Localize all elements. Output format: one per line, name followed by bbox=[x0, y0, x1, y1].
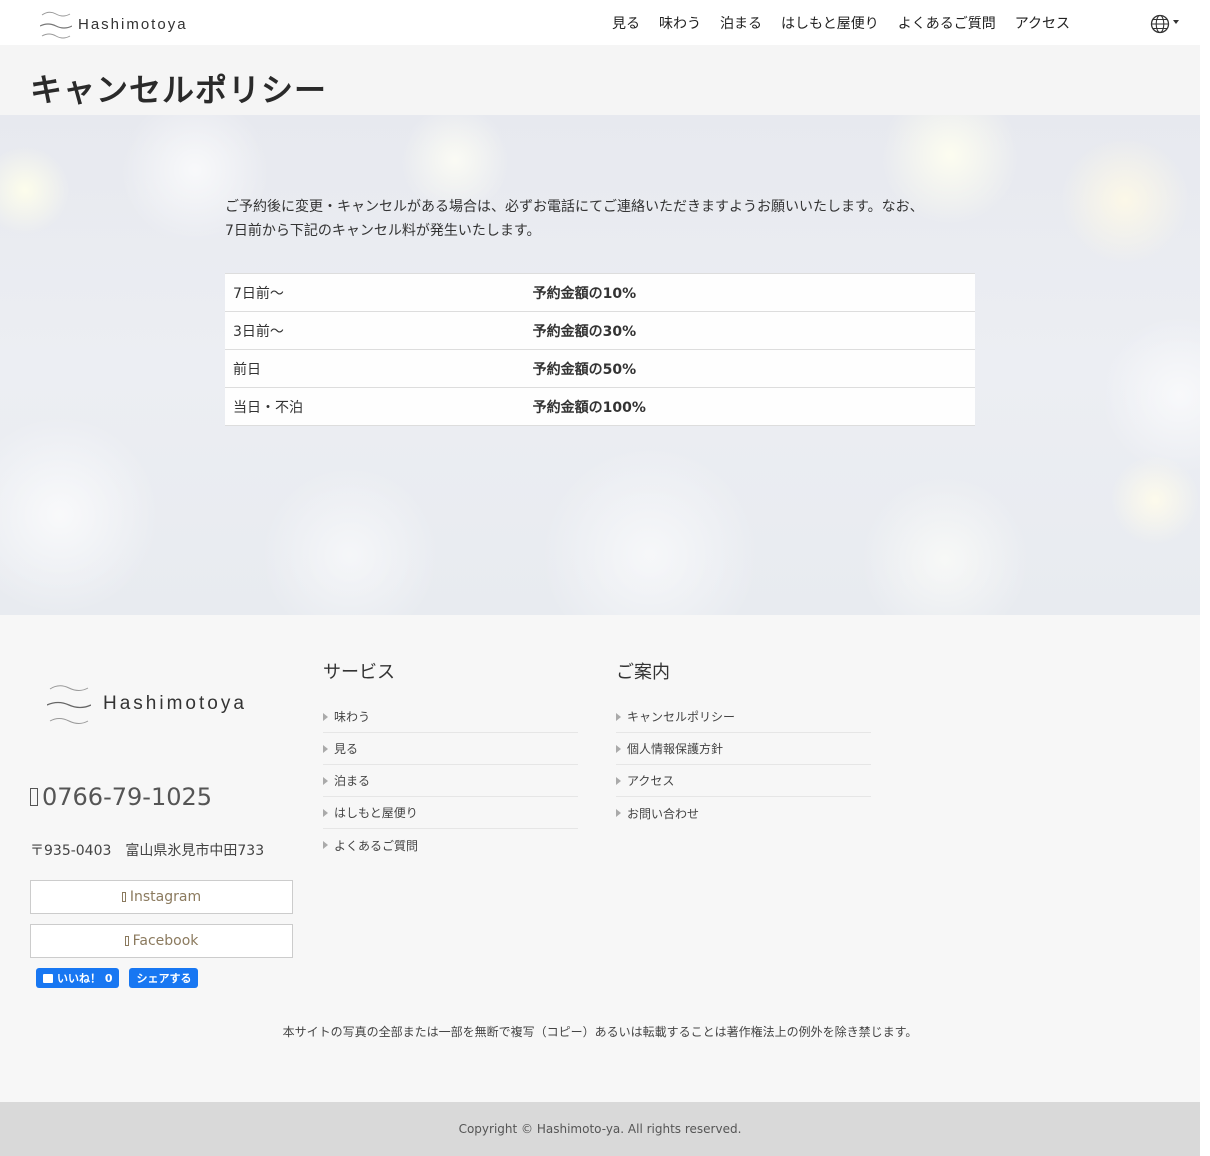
policy-content: ご予約後に変更・キャンセルがある場合は、必ずお電話にてご連絡いただきますようお願… bbox=[225, 195, 975, 426]
right-edge bbox=[1200, 0, 1210, 1156]
caret-right-icon bbox=[616, 776, 621, 785]
facebook-widgets: いいね！ 0 シェアする bbox=[36, 968, 208, 988]
bokeh-light bbox=[260, 465, 440, 615]
hero-background: ご予約後に変更・キャンセルがある場合は、必ずお電話にてご連絡いただきますようお願… bbox=[0, 115, 1200, 615]
fee-cell: 予約金額の30% bbox=[524, 311, 975, 350]
wave-logo-icon bbox=[47, 685, 91, 724]
address: 〒935-0403 富山県氷見市中田733 bbox=[30, 843, 265, 859]
instagram-icon bbox=[121, 892, 126, 902]
page-title: キャンセルポリシー bbox=[30, 71, 328, 109]
fb-like-label: いいね！ 0 bbox=[57, 972, 113, 985]
footer-link-see[interactable]: 見る bbox=[323, 733, 578, 765]
chevron-down-icon bbox=[1173, 20, 1179, 24]
caret-right-icon bbox=[616, 809, 621, 817]
cancellation-fee-table: 7日前〜 予約金額の10% 3日前〜 予約金額の30% 前日 予約金額の50% … bbox=[225, 273, 975, 426]
logo-text: Hashimotoya bbox=[78, 15, 188, 33]
link-label: アクセス bbox=[627, 774, 675, 788]
nav-taste[interactable]: 味わう bbox=[659, 13, 701, 33]
footer-link-privacy[interactable]: 個人情報保護方針 bbox=[616, 733, 871, 765]
link-label: 泊まる bbox=[334, 774, 371, 788]
bokeh-light bbox=[1100, 315, 1200, 475]
intro-line-2: 7日前から下記のキャンセル料が発生いたします。 bbox=[225, 223, 541, 239]
footer-link-access[interactable]: アクセス bbox=[616, 765, 871, 797]
phone-icon bbox=[30, 788, 38, 806]
link-label: 個人情報保護方針 bbox=[627, 742, 724, 756]
nav-stay[interactable]: 泊まる bbox=[720, 13, 762, 33]
bokeh-light bbox=[860, 475, 1030, 615]
copyright-notice: 本サイトの写真の全部または一部を無断で複写（コピー）あるいは転載することは著作権… bbox=[282, 1025, 918, 1039]
nav-faq[interactable]: よくあるご質問 bbox=[898, 13, 996, 33]
phone-text: 0766-79-1025 bbox=[42, 783, 213, 811]
footer-link-faq[interactable]: よくあるご質問 bbox=[323, 829, 578, 861]
footer-link-taste[interactable]: 味わう bbox=[323, 701, 578, 733]
footer-link-news[interactable]: はしもと屋便り bbox=[323, 797, 578, 829]
services-list: 味わう 見る 泊まる はしもと屋便り よくあるご質問 bbox=[323, 701, 578, 861]
timing-cell: 前日 bbox=[225, 349, 525, 388]
fee-cell: 予約金額の10% bbox=[524, 273, 975, 312]
caret-right-icon bbox=[323, 712, 328, 721]
services-heading: サービス bbox=[323, 662, 395, 683]
link-label: はしもと屋便り bbox=[334, 806, 418, 820]
facebook-icon bbox=[124, 936, 129, 946]
copyright-text: Copyright © Hashimoto-ya. All rights res… bbox=[458, 1122, 742, 1136]
nav-access[interactable]: アクセス bbox=[1015, 13, 1070, 33]
caret-right-icon bbox=[323, 808, 328, 817]
timing-cell: 7日前〜 bbox=[225, 273, 525, 312]
link-label: お問い合わせ bbox=[627, 806, 700, 821]
footer-link-contact[interactable]: お問い合わせ bbox=[616, 797, 871, 829]
caret-right-icon bbox=[323, 841, 328, 849]
caret-right-icon bbox=[616, 744, 621, 753]
site-header: Hashimotoya 見る 味わう 泊まる はしもと屋便り よくあるご質問 ア… bbox=[0, 0, 1200, 45]
language-switcher[interactable] bbox=[1150, 14, 1179, 34]
caret-right-icon bbox=[323, 744, 328, 753]
link-label: 見る bbox=[334, 742, 359, 756]
fb-share-button[interactable]: シェアする bbox=[129, 968, 199, 988]
fb-share-label: シェアする bbox=[136, 972, 192, 985]
facebook-label: Facebook bbox=[132, 933, 199, 949]
timing-cell: 3日前〜 bbox=[225, 311, 525, 350]
timing-cell: 当日・不泊 bbox=[225, 387, 525, 426]
info-heading: ご案内 bbox=[616, 662, 670, 683]
nav-news[interactable]: はしもと屋便り bbox=[781, 13, 879, 33]
fee-cell: 予約金額の50% bbox=[524, 349, 975, 388]
link-label: 味わう bbox=[334, 710, 371, 724]
caret-right-icon bbox=[323, 776, 328, 785]
site-logo[interactable]: Hashimotoya bbox=[40, 9, 188, 39]
link-label: よくあるご質問 bbox=[334, 838, 419, 853]
bokeh-light bbox=[0, 415, 160, 615]
site-footer: Hashimotoya 0766-79-1025 〒935-0403 富山県氷見… bbox=[0, 615, 1200, 1102]
thumbs-up-icon bbox=[43, 973, 53, 983]
table-row: 7日前〜 予約金額の10% bbox=[225, 273, 975, 312]
link-label: キャンセルポリシー bbox=[627, 710, 736, 724]
page: Hashimotoya 見る 味わう 泊まる はしもと屋便り よくあるご質問 ア… bbox=[0, 0, 1200, 1156]
footer-logo[interactable]: Hashimotoya bbox=[47, 683, 247, 725]
footer-link-stay[interactable]: 泊まる bbox=[323, 765, 578, 797]
bokeh-light bbox=[540, 445, 760, 615]
table-row: 前日 予約金額の50% bbox=[225, 349, 975, 388]
copyright-bar: Copyright © Hashimoto-ya. All rights res… bbox=[0, 1102, 1200, 1156]
facebook-button[interactable]: Facebook bbox=[30, 924, 293, 958]
instagram-button[interactable]: Instagram bbox=[30, 880, 293, 914]
intro-text: ご予約後に変更・キャンセルがある場合は、必ずお電話にてご連絡いただきますようお願… bbox=[225, 195, 975, 243]
bokeh-light bbox=[0, 145, 70, 235]
phone-number[interactable]: 0766-79-1025 bbox=[30, 783, 212, 811]
title-band: キャンセルポリシー bbox=[0, 45, 1200, 115]
intro-line-1: ご予約後に変更・キャンセルがある場合は、必ずお電話にてご連絡いただきますようお願… bbox=[225, 199, 924, 215]
main-nav: 見る 味わう 泊まる はしもと屋便り よくあるご質問 アクセス bbox=[612, 0, 1089, 45]
table-row: 3日前〜 予約金額の30% bbox=[225, 311, 975, 350]
table-row: 当日・不泊 予約金額の100% bbox=[225, 387, 975, 426]
instagram-label: Instagram bbox=[129, 889, 202, 905]
nav-see[interactable]: 見る bbox=[612, 13, 640, 33]
fb-like-button[interactable]: いいね！ 0 bbox=[36, 968, 120, 988]
bokeh-light bbox=[1110, 455, 1200, 545]
globe-icon bbox=[1150, 14, 1170, 34]
bokeh-light bbox=[1060, 135, 1190, 265]
wave-logo-icon bbox=[40, 11, 72, 39]
footer-link-cancel-policy[interactable]: キャンセルポリシー bbox=[616, 701, 871, 733]
fee-cell: 予約金額の100% bbox=[524, 387, 975, 426]
caret-right-icon bbox=[616, 712, 621, 721]
footer-logo-text: Hashimotoya bbox=[103, 693, 247, 714]
info-list: キャンセルポリシー 個人情報保護方針 アクセス お問い合わせ bbox=[616, 701, 871, 829]
